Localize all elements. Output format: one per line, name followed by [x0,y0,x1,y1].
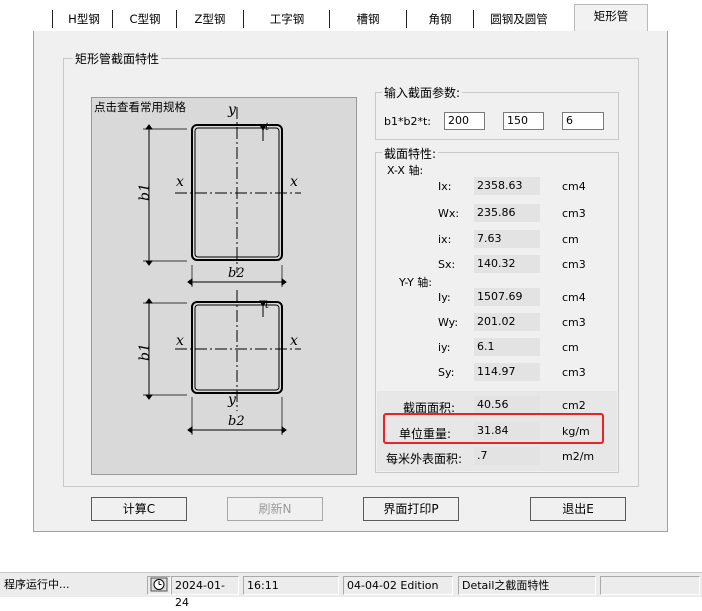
status-running: 程序运行中... [4,578,70,591]
surface-area-label: 每米外表面积: [386,452,463,466]
status-bar: 程序运行中... 2024-01-24 16:11 04-04-02 Editi… [0,572,702,609]
b2-label: b2 [228,266,245,281]
wy-label: Wy: [438,316,459,329]
iy-value: 1507.69 [474,288,540,306]
x-axis-label-right: x [290,174,298,190]
refresh-button[interactable]: 刷新N [227,497,323,521]
y-axis-label: y [228,102,236,118]
tab-channel[interactable]: 槽钢 [334,8,402,30]
tab-i-beam[interactable]: 工字钢 [249,8,325,30]
tab-separator [52,10,53,28]
tab-separator [473,10,474,28]
status-detail: Detail之截面特性 [458,576,596,595]
wx-label: Wx: [438,207,460,220]
section-diagram[interactable]: 点击查看常用规格 y t x x b1 b2 x x t b1 y b2 [91,97,357,475]
t-label: t [265,300,270,311]
tab-c-steel[interactable]: C型钢 [117,8,173,30]
iy-radius-unit: cm [562,341,579,354]
status-edition: 04-04-02 Edition [343,576,453,595]
status-time: 16:11 [243,576,339,595]
status-empty [600,576,700,595]
input-params-title: 输入截面参数: [382,84,463,101]
y-axis-label: y [228,392,236,408]
tab-rect-tube[interactable]: 矩形管 [574,4,648,32]
area-unit: cm2 [562,399,586,412]
iy-radius-value: 6.1 [474,338,540,356]
tab-round-tube[interactable]: 圆钢及圆管 [478,8,560,30]
b1b2t-label: b1*b2*t: [384,115,431,128]
t-label: t [265,122,270,133]
clock-icon [147,576,171,595]
area-value: 40.56 [474,396,540,414]
tab-separator [329,10,330,28]
sx-unit: cm3 [562,258,586,271]
sx-value: 140.32 [474,255,540,273]
unit-weight-highlight [383,413,604,444]
surface-area-unit: m2/m [562,450,595,463]
rect-tube-drawing [143,107,301,435]
b1-input[interactable]: 200 [444,112,485,130]
sy-unit: cm3 [562,366,586,379]
x-axis-label-left: x [176,174,184,190]
wx-unit: cm3 [562,207,586,220]
x-axis-label-left: x [176,333,184,349]
surface-area-value: .7 [474,447,540,465]
xx-axis-label: X-X 轴: [387,164,424,177]
ix-unit: cm4 [562,180,586,193]
section-group-title: 矩形管截面特性 [73,50,162,67]
wy-unit: cm3 [562,316,586,329]
ix-value: 2358.63 [474,177,540,195]
b1-label: b1 [136,343,153,361]
t-input[interactable]: 6 [562,112,604,130]
b1-label: b1 [136,183,153,201]
tab-separator [406,10,407,28]
wx-value: 235.86 [474,204,540,222]
ix-label: Ix: [438,180,452,193]
wy-value: 201.02 [474,313,540,331]
x-axis-label-right: x [290,333,298,349]
tab-z-steel[interactable]: Z型钢 [181,8,239,30]
b2-label: b2 [228,414,245,429]
sy-label: Sy: [438,366,455,379]
calculate-button[interactable]: 计算C [91,497,187,521]
sx-label: Sx: [438,258,456,271]
iy-unit: cm4 [562,291,586,304]
ix-radius-label: ix: [438,233,452,246]
status-date: 2024-01-24 [171,576,239,609]
exit-button[interactable]: 退出E [530,497,626,521]
b2-input[interactable]: 150 [503,112,544,130]
tab-h-steel[interactable]: H型钢 [58,8,110,30]
iy-label: Iy: [438,291,451,304]
iy-radius-label: iy: [438,341,451,354]
print-button[interactable]: 界面打印P [363,497,459,521]
tab-separator [176,10,177,28]
properties-title: 截面特性: [382,145,439,162]
yy-axis-label: Y-Y 轴: [399,276,432,289]
tab-angle[interactable]: 角钢 [411,8,469,30]
ix-radius-value: 7.63 [474,230,540,248]
sy-value: 114.97 [474,363,540,381]
tab-separator [243,10,244,28]
clock-icon [150,577,168,592]
ix-radius-unit: cm [562,233,579,246]
tab-separator [112,10,113,28]
